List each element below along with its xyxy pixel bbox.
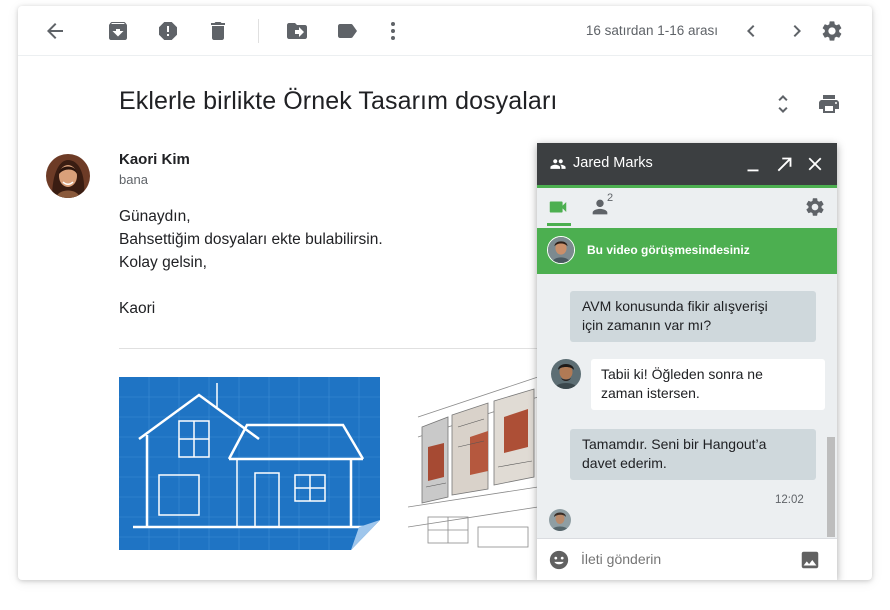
message-input[interactable]: [581, 547, 791, 571]
unfold-icon[interactable]: [771, 92, 795, 116]
video-call-status: Bu video görüşmesindesiniz: [587, 243, 750, 257]
arrow-back-icon[interactable]: [43, 19, 67, 43]
minimize-icon[interactable]: [742, 153, 764, 175]
message-text: AVM konusunda fikir alışverişi: [582, 298, 768, 314]
chat-message: Tamamdır. Seni bir Hangout’a davet ederi…: [570, 429, 816, 480]
message-text: Tabii ki! Öğleden sonra ne: [601, 366, 763, 382]
avatar[interactable]: [46, 154, 90, 198]
message-text: zaman istersen.: [601, 385, 700, 401]
move-to-icon[interactable]: [285, 19, 309, 43]
body-line: Günaydın,: [119, 208, 191, 225]
people-icon: [547, 153, 569, 175]
close-icon[interactable]: [804, 153, 826, 175]
report-icon[interactable]: [156, 19, 180, 43]
image-icon[interactable]: [799, 549, 821, 571]
gear-icon[interactable]: [804, 196, 826, 218]
gear-icon[interactable]: [820, 19, 844, 43]
more-vert-icon[interactable]: [381, 19, 405, 43]
email-window: 16 satırdan 1-16 arası Eklerle birlikte …: [18, 6, 872, 580]
email-subject: Eklerle birlikte Örnek Tasarım dosyaları: [119, 87, 558, 115]
message-timestamp: 12:02: [775, 494, 804, 506]
body-line: Kolay gelsin,: [119, 254, 207, 271]
hangout-header: Jared Marks: [537, 143, 837, 185]
hangout-tabbar: 2: [537, 188, 837, 228]
body-line: Bahsettiğim dosyaları ekte bulabilirsin.: [119, 231, 383, 248]
signature: Kaori: [119, 300, 156, 317]
blueprint-house-image[interactable]: [119, 377, 380, 550]
video-call-banner[interactable]: Bu video görüşmesindesiniz: [537, 228, 837, 274]
toolbar-separator: [258, 19, 259, 43]
avatar: [551, 359, 581, 389]
message-text: Tamamdır. Seni bir Hangout’a: [582, 436, 767, 452]
avatar: [547, 236, 575, 264]
message-input-bar: [537, 538, 837, 580]
chat-scrollbar[interactable]: [827, 437, 835, 537]
emoji-icon[interactable]: [548, 549, 570, 571]
pagination-text: 16 satırdan 1-16 arası: [585, 23, 718, 38]
popout-icon[interactable]: [774, 153, 796, 175]
videocam-icon[interactable]: [547, 196, 571, 220]
avatar: [549, 509, 571, 531]
chat-message: AVM konusunda fikir alışverişi için zama…: [570, 291, 816, 342]
hangout-chat-panel: Jared Marks 2 Bu video görüşmesindesiniz…: [537, 143, 837, 580]
chat-message: Tabii ki! Öğleden sonra ne zaman isterse…: [591, 359, 825, 410]
chevron-right-icon[interactable]: [785, 19, 809, 43]
sender-name: Kaori Kim: [119, 151, 190, 168]
print-icon[interactable]: [817, 92, 841, 116]
toolbar: 16 satırdan 1-16 arası: [18, 6, 872, 56]
participants-count: 2: [607, 192, 614, 204]
hangout-title[interactable]: Jared Marks: [573, 155, 653, 171]
label-icon[interactable]: [335, 19, 359, 43]
archive-icon[interactable]: [106, 19, 130, 43]
divider: [119, 348, 539, 349]
chevron-left-icon[interactable]: [739, 19, 763, 43]
message-text: davet ederim.: [582, 455, 667, 471]
message-text: için zamanın var mı?: [582, 317, 712, 333]
active-tab-indicator: [547, 223, 571, 226]
sender-recipient: bana: [119, 172, 148, 187]
trash-icon[interactable]: [206, 19, 230, 43]
architecture-sketch-image[interactable]: [408, 377, 538, 550]
